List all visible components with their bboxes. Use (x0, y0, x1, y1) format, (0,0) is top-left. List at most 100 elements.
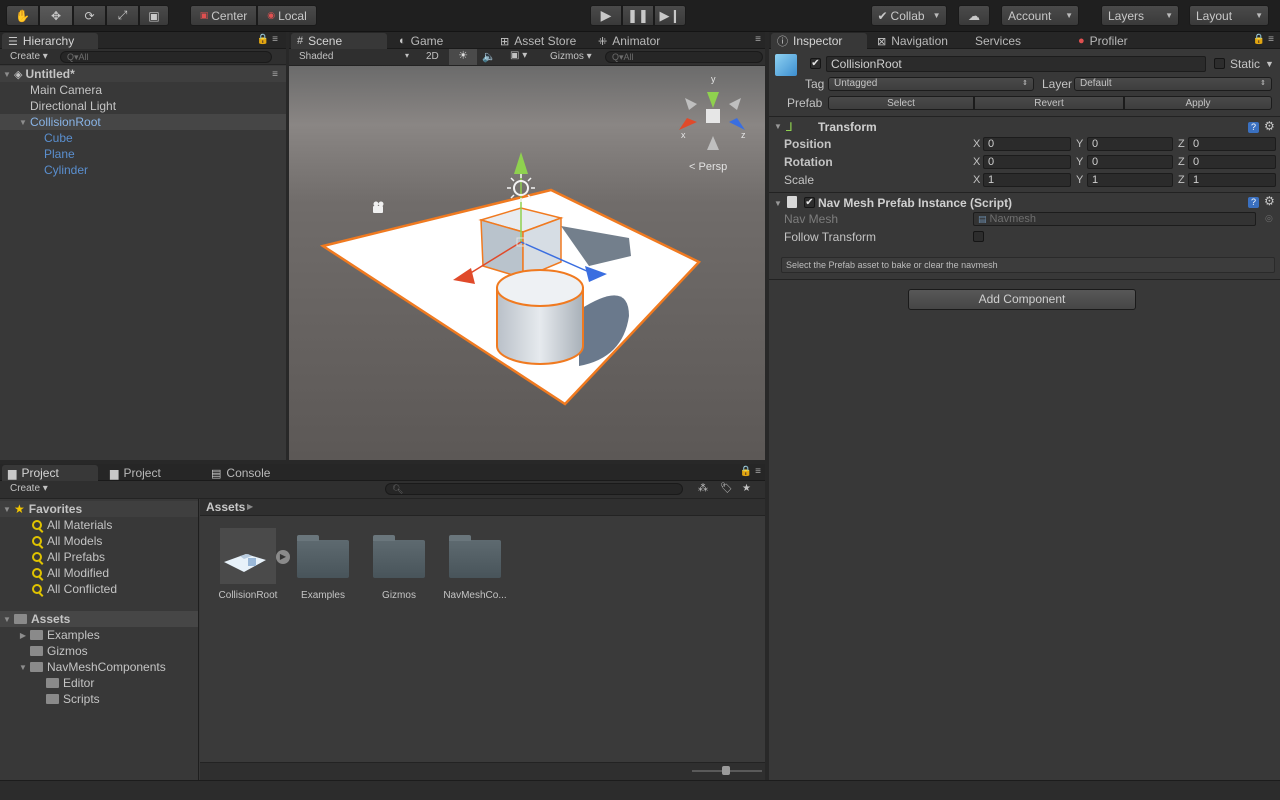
favorite-all-modified[interactable]: All Modified (0, 565, 198, 581)
navmesh-component-title[interactable]: Nav Mesh Prefab Instance (Script) (818, 196, 1012, 210)
scale-z-field[interactable]: 1 (1188, 173, 1276, 187)
move-tool-button[interactable]: ✥ (39, 5, 73, 26)
pivot-center-button[interactable]: ▣ Center (190, 5, 257, 26)
create-dropdown[interactable]: Create ▾ (10, 51, 48, 62)
gear-icon[interactable]: ⚙ (1264, 194, 1275, 208)
create-dropdown[interactable]: Create ▾ (10, 483, 48, 494)
hierarchy-item-cube[interactable]: Cube (0, 130, 286, 146)
position-y-field[interactable]: 0 (1087, 137, 1173, 151)
step-button[interactable]: ▶❙ (654, 5, 686, 26)
effects-dropdown-icon[interactable]: ▣ ▾ (510, 50, 527, 61)
tab-project[interactable]: ▆ Project (2, 465, 98, 481)
panel-menu-icon[interactable]: 🔒 ≡ (257, 34, 278, 45)
layer-dropdown[interactable]: Default ⇕ (1074, 77, 1272, 91)
favorites-header[interactable]: ▼ ★ Favorites (0, 501, 198, 517)
tree-folder-gizmos[interactable]: Gizmos (0, 643, 198, 659)
scene-row[interactable]: ▼ ◈ Untitled* ≡ (0, 66, 286, 82)
tab-scene[interactable]: # Scene (291, 33, 387, 49)
follow-transform-checkbox[interactable] (973, 231, 984, 242)
tab-console[interactable]: ▤ Console (205, 465, 301, 481)
tree-folder-editor[interactable]: Editor (0, 675, 198, 691)
position-z-field[interactable]: 0 (1188, 137, 1276, 151)
expand-arrow-icon[interactable]: ▼ (16, 663, 30, 672)
play-button[interactable]: ▶ (590, 5, 622, 26)
shading-dropdown[interactable]: Shaded ▾ (299, 51, 409, 62)
breadcrumb-assets[interactable]: Assets (206, 500, 245, 514)
expand-arrow-icon[interactable]: ▼ (16, 118, 30, 127)
tab-project-2[interactable]: ▆ Project (104, 465, 200, 481)
gizmos-dropdown[interactable]: Gizmos ▾ (550, 51, 592, 62)
collab-dropdown[interactable]: ✔ Collab ▼ (871, 5, 947, 26)
camera-icon[interactable] (373, 201, 384, 214)
tree-folder-scripts[interactable]: Scripts (0, 691, 198, 707)
rotate-tool-button[interactable]: ⟳ (73, 5, 106, 26)
favorite-all-models[interactable]: All Models (0, 533, 198, 549)
lighting-toggle-icon[interactable]: ☀ (449, 49, 477, 65)
hierarchy-item-directional-light[interactable]: Directional Light (0, 98, 286, 114)
favorite-all-conflicted[interactable]: All Conflicted (0, 581, 198, 597)
panel-menu-icon[interactable]: ≡ (755, 34, 761, 45)
audio-toggle-icon[interactable]: 🔈 (482, 50, 496, 63)
prefab-revert-button[interactable]: Revert (974, 96, 1124, 110)
scale-x-field[interactable]: 1 (983, 173, 1071, 187)
expand-arrow-icon[interactable]: ▶ (16, 631, 30, 640)
pivot-local-button[interactable]: ◉ Local (257, 5, 317, 26)
asset-collisionroot[interactable]: ▶ CollisionRoot (213, 528, 290, 601)
add-component-button[interactable]: Add Component (908, 289, 1136, 310)
expand-arrow-icon[interactable]: ▼ (774, 122, 782, 131)
cylinder-object[interactable] (496, 269, 584, 365)
tab-animator[interactable]: ⁜ Animator (592, 33, 692, 49)
rotation-y-field[interactable]: 0 (1087, 155, 1173, 169)
panel-menu-icon[interactable]: 🔒 ≡ (1253, 34, 1274, 45)
gear-icon[interactable]: ⚙ (1264, 119, 1275, 133)
scene-menu-icon[interactable]: ≡ (272, 69, 278, 80)
expand-arrow-icon[interactable]: ▼ (0, 70, 14, 79)
tag-dropdown[interactable]: Untagged ⇕ (828, 77, 1034, 91)
layout-dropdown[interactable]: Layout ▼ (1189, 5, 1269, 26)
2d-toggle[interactable]: 2D (426, 51, 439, 62)
tab-hierarchy[interactable]: ☰ Hierarchy (2, 33, 98, 49)
rect-tool-button[interactable]: ▣ (139, 5, 169, 26)
favorite-all-prefabs[interactable]: All Prefabs (0, 549, 198, 565)
tab-services[interactable]: Services (969, 33, 1069, 49)
panel-menu-icon[interactable]: 🔒 ≡ (740, 466, 761, 477)
tab-asset-store[interactable]: ⊞ Asset Store (494, 33, 594, 49)
hierarchy-item-plane[interactable]: Plane (0, 146, 286, 162)
asset-folder-examples[interactable]: Examples (288, 528, 358, 601)
scene-search-input[interactable]: Q▾All (605, 51, 763, 63)
pause-button[interactable]: ❚❚ (622, 5, 654, 26)
expand-arrow-icon[interactable]: ▼ (774, 199, 782, 208)
hierarchy-item-main-camera[interactable]: Main Camera (0, 82, 286, 98)
active-checkbox[interactable]: ✔ (810, 58, 821, 69)
asset-folder-navmeshcomponents[interactable]: NavMeshCo... (440, 528, 510, 601)
zoom-slider-thumb[interactable] (722, 766, 730, 775)
help-icon[interactable]: ? (1248, 122, 1259, 133)
scene-viewport[interactable]: y x z < Persp (289, 66, 765, 460)
prefab-apply-button[interactable]: Apply (1124, 96, 1272, 110)
hierarchy-search-input[interactable]: Q▾All (60, 51, 272, 63)
favorite-all-materials[interactable]: All Materials (0, 517, 198, 533)
hierarchy-item-cylinder[interactable]: Cylinder (0, 162, 286, 178)
tab-profiler[interactable]: ● Profiler (1072, 33, 1172, 49)
filter-label-icon[interactable]: 🏷︎ (720, 483, 733, 494)
asset-folder-gizmos[interactable]: Gizmos (364, 528, 434, 601)
scale-y-field[interactable]: 1 (1087, 173, 1173, 187)
tree-folder-navmeshcomponents[interactable]: ▼ NavMeshComponents (0, 659, 198, 675)
hierarchy-item-collisionroot[interactable]: ▼ CollisionRoot (0, 114, 286, 130)
persp-label[interactable]: < Persp (689, 161, 727, 173)
tab-inspector[interactable]: ⓘ Inspector (771, 33, 867, 49)
hand-tool-button[interactable]: ✋ (6, 5, 39, 26)
tree-folder-examples[interactable]: ▶ Examples (0, 627, 198, 643)
static-checkbox[interactable] (1214, 58, 1225, 69)
help-icon[interactable]: ? (1248, 197, 1259, 208)
rotation-x-field[interactable]: 0 (983, 155, 1071, 169)
scale-tool-button[interactable]: ⤢ (106, 5, 139, 26)
position-x-field[interactable]: 0 (983, 137, 1071, 151)
assets-root[interactable]: ▼ Assets (0, 611, 198, 627)
component-enabled-checkbox[interactable]: ✔ (804, 197, 815, 208)
account-dropdown[interactable]: Account ▼ (1001, 5, 1079, 26)
filter-type-icon[interactable]: ⁂ (698, 483, 708, 494)
tab-game[interactable]: ◐ Game (393, 33, 483, 49)
favorite-star-icon[interactable]: ★ (742, 483, 751, 494)
rotation-z-field[interactable]: 0 (1188, 155, 1276, 169)
